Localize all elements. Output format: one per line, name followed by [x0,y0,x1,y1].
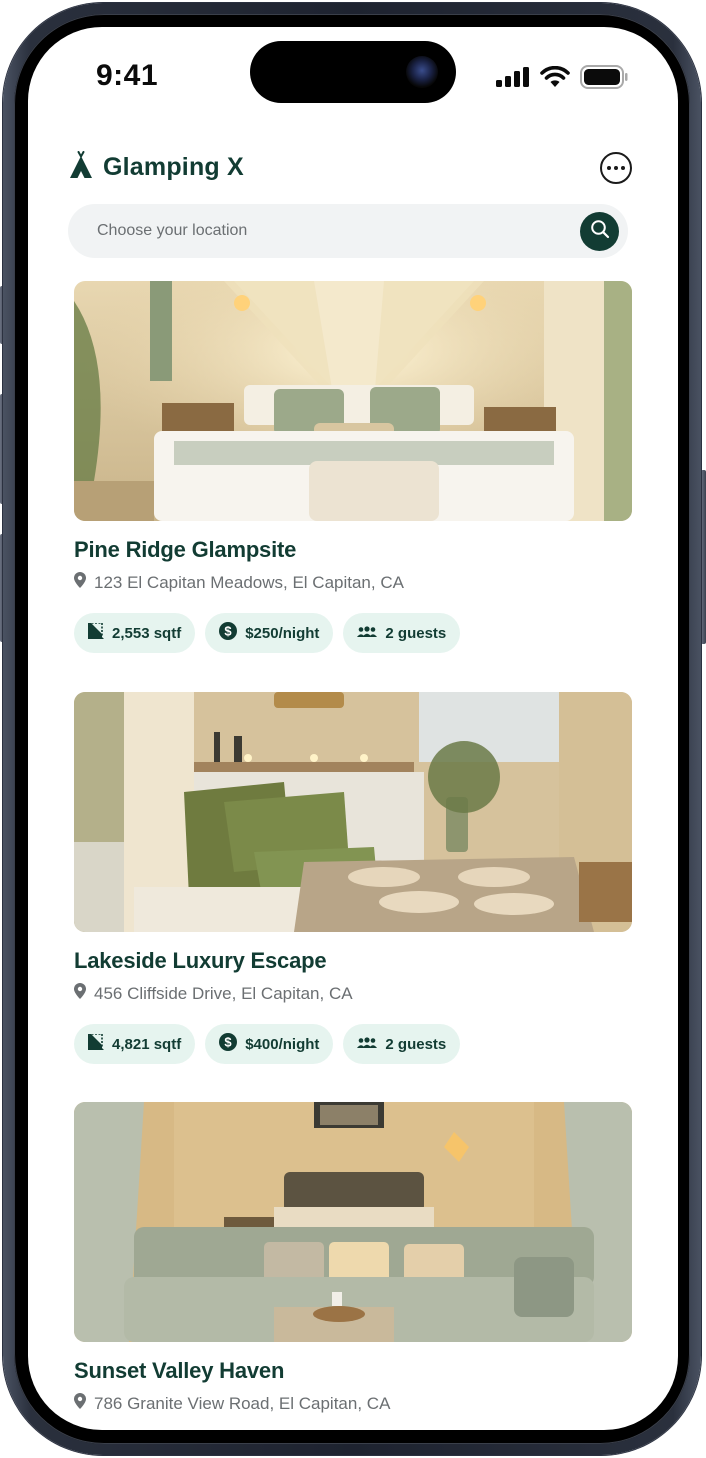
listing-title[interactable]: Sunset Valley Haven [74,1358,632,1384]
more-dot [621,166,625,170]
listing-address: 123 El Capitan Meadows, El Capitan, CA [74,572,632,593]
listing-features: 4,821 sqtf $ $400/night 2 guests [74,1024,632,1064]
more-options-button[interactable] [600,152,632,184]
location-search-input[interactable] [97,204,557,258]
search-icon [590,219,610,244]
brand[interactable]: Glamping X [68,151,244,184]
listing-address-text: 456 Cliffside Drive, El Capitan, CA [94,983,353,1003]
power-button [701,470,706,644]
status-time: 9:41 [96,59,159,92]
location-search-bar [68,204,628,258]
area-icon [88,622,104,643]
price-value: $400/night [245,1035,320,1053]
guests-chip: 2 guests [343,613,461,653]
listing-address-text: 123 El Capitan Meadows, El Capitan, CA [94,572,404,592]
area-icon [88,1033,104,1054]
cellular-signal-icon [496,67,530,92]
area-value: 2,553 sqtf [112,624,182,642]
location-pin-icon [74,572,86,593]
battery-icon [580,65,628,94]
area-value: 4,821 sqtf [112,1035,182,1053]
camera-lens-icon [406,56,438,88]
listing-address: 786 Granite View Road, El Capitan, CA [74,1393,632,1414]
listing-card[interactable]: Pine Ridge Glampsite 123 El Capitan Mead… [74,281,632,653]
guests-value: 2 guests [385,1035,447,1053]
listing-address-text: 786 Granite View Road, El Capitan, CA [94,1393,391,1413]
guests-icon [357,1036,378,1053]
price-value: $250/night [245,624,320,642]
listing-title[interactable]: Lakeside Luxury Escape [74,948,632,974]
guests-value: 2 guests [385,624,447,642]
search-button[interactable] [580,212,619,251]
area-chip: 2,553 sqtf [74,613,196,653]
svg-text:$: $ [225,624,233,639]
app-header: Glamping X [68,151,632,187]
tent-icon [68,151,94,184]
listing-photo[interactable] [74,692,632,932]
listing-address: 456 Cliffside Drive, El Capitan, CA [74,983,632,1004]
listing-photo[interactable] [74,1102,632,1342]
listing-features: 2,553 sqtf $ $250/night 2 guests [74,613,632,653]
dollar-icon: $ [219,1033,238,1055]
listing-card[interactable]: Sunset Valley Haven 786 Granite View Roa… [74,1102,632,1414]
location-pin-icon [74,1393,86,1414]
svg-text:$: $ [225,1035,233,1050]
guests-icon [357,625,378,642]
price-chip: $ $400/night [205,1024,334,1064]
app-screen: 9:41 Glamping X Choose your location Pin… [28,27,678,1430]
listing-card[interactable]: Lakeside Luxury Escape 456 Cliffside Dri… [74,692,632,1064]
guests-chip: 2 guests [343,1024,461,1064]
dollar-icon: $ [219,622,238,644]
brand-name: Glamping X [103,153,244,181]
location-pin-icon [74,983,86,1004]
listing-title[interactable]: Pine Ridge Glampsite [74,537,632,563]
dynamic-island [250,41,456,103]
wifi-icon [540,65,570,93]
area-chip: 4,821 sqtf [74,1024,196,1064]
more-horizontal-icon [607,166,611,170]
listing-photo[interactable] [74,281,632,521]
price-chip: $ $250/night [205,613,334,653]
status-icons [496,65,628,94]
more-dot [614,166,618,170]
